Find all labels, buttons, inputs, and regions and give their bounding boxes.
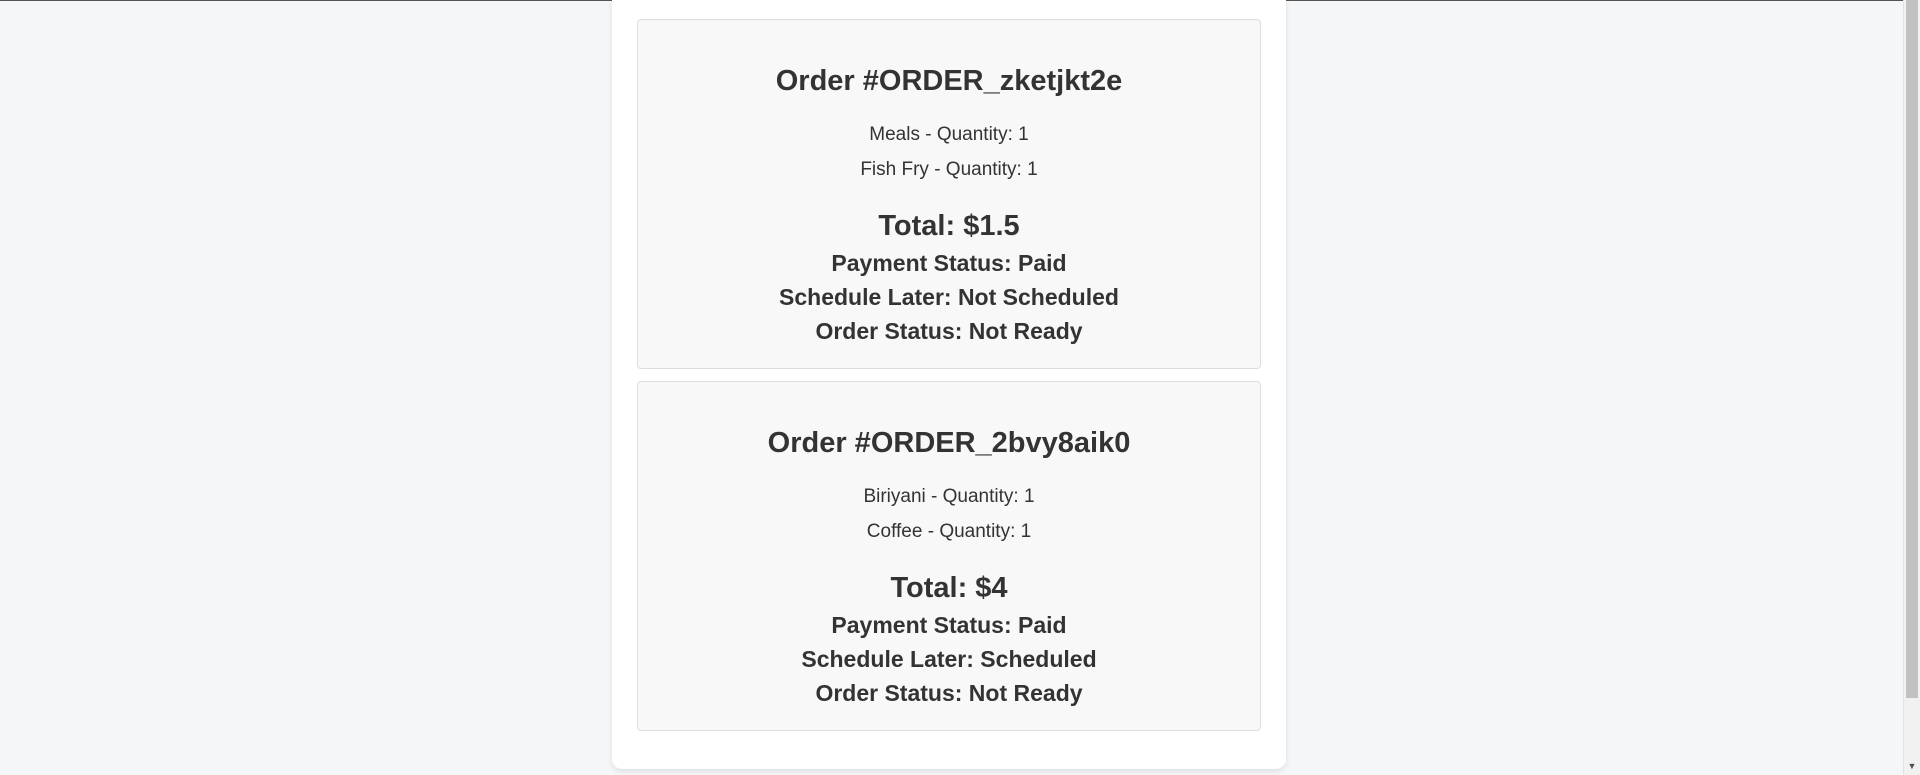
vertical-scrollbar[interactable]: ▼: [1903, 0, 1920, 775]
payment-status: Payment Status: Paid: [831, 612, 1067, 638]
orders-container: Order #ORDER_zketjkt2e Meals - Quantity:…: [612, 0, 1286, 769]
chevron-down-icon[interactable]: ▼: [1904, 758, 1920, 775]
order-item: Coffee - Quantity: 1: [866, 521, 1032, 542]
order-status: Order Status: Not Ready: [815, 318, 1083, 344]
schedule-later-status: Schedule Later: Scheduled: [801, 646, 1097, 672]
scrollbar-thumb[interactable]: [1906, 0, 1918, 698]
payment-status: Payment Status: Paid: [831, 250, 1067, 276]
schedule-later-status: Schedule Later: Not Scheduled: [779, 284, 1119, 310]
order-total: Total: $4: [890, 572, 1008, 604]
order-status: Order Status: Not Ready: [815, 680, 1083, 706]
order-item: Meals - Quantity: 1: [869, 124, 1029, 145]
order-title: Order #ORDER_zketjkt2e: [775, 65, 1123, 97]
order-total: Total: $1.5: [878, 210, 1020, 242]
order-item: Fish Fry - Quantity: 1: [860, 159, 1038, 180]
order-item: Biriyani - Quantity: 1: [863, 486, 1035, 507]
order-card: Order #ORDER_zketjkt2e Meals - Quantity:…: [637, 19, 1261, 369]
order-title: Order #ORDER_2bvy8aik0: [767, 427, 1131, 459]
order-card: Order #ORDER_2bvy8aik0 Biriyani - Quanti…: [637, 381, 1261, 731]
